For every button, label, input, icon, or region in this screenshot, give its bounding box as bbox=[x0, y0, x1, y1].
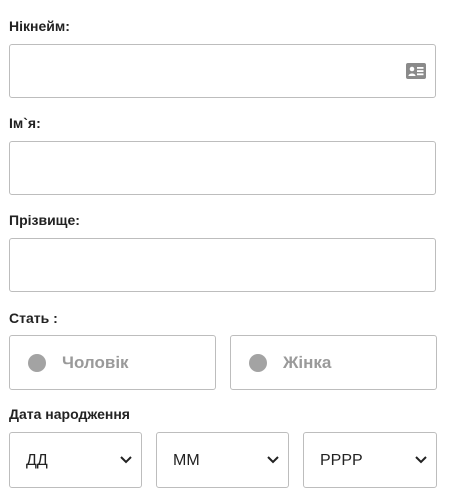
gender-option-label: Жінка bbox=[283, 353, 332, 372]
nickname-field[interactable] bbox=[9, 44, 436, 98]
birth-year-select[interactable]: РРРР bbox=[303, 432, 437, 488]
gender-option-female[interactable]: Жінка bbox=[230, 335, 437, 390]
chevron-down-icon bbox=[415, 456, 427, 464]
last-name-input[interactable] bbox=[10, 239, 435, 291]
birth-month-select[interactable]: ММ bbox=[156, 432, 289, 488]
birth-month-value: ММ bbox=[173, 452, 200, 469]
last-name-field[interactable] bbox=[9, 238, 436, 292]
first-name-input[interactable] bbox=[10, 142, 435, 194]
chevron-down-icon bbox=[267, 456, 279, 464]
nickname-label: Нікнейм: bbox=[9, 18, 70, 34]
first-name-field[interactable] bbox=[9, 141, 436, 195]
chevron-down-icon bbox=[120, 456, 132, 464]
contact-card-icon bbox=[406, 63, 426, 79]
birth-day-value: ДД bbox=[26, 452, 48, 469]
last-name-label: Прізвище: bbox=[9, 212, 80, 228]
gender-option-label: Чоловік bbox=[62, 353, 129, 372]
nickname-input[interactable] bbox=[10, 45, 435, 97]
radio-button-icon[interactable] bbox=[249, 354, 267, 372]
gender-label: Стать : bbox=[9, 310, 58, 326]
birthdate-label: Дата народження bbox=[9, 406, 130, 422]
birth-year-value: РРРР bbox=[320, 452, 363, 469]
gender-option-male[interactable]: Чоловік bbox=[9, 335, 216, 390]
first-name-label: Ім`я: bbox=[9, 115, 41, 131]
radio-button-icon[interactable] bbox=[28, 354, 46, 372]
birth-day-select[interactable]: ДД bbox=[9, 432, 142, 488]
